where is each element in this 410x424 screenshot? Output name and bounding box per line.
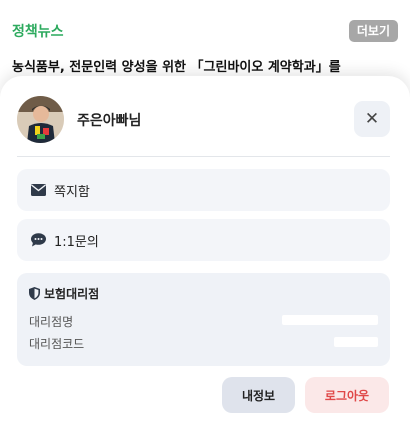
- section-title: 정책뉴스: [12, 24, 64, 40]
- agency-name-row: 대리점명: [29, 313, 378, 330]
- envelope-icon: [30, 182, 46, 198]
- chat-bubble-icon: [30, 232, 46, 248]
- agency-card: 보험대리점 대리점명 대리점코드: [17, 273, 390, 366]
- menu-item-inquiry[interactable]: 1:1문의: [17, 219, 390, 261]
- user-name: 주은아빠님: [77, 113, 142, 129]
- news-header: 정책뉴스 더보기: [12, 18, 398, 44]
- avatar: [17, 96, 64, 143]
- profile-row: 주은아빠님 ✕: [17, 96, 390, 144]
- profile-sheet: 주은아빠님 ✕ 쪽지함 1:1문의 보험대리점 대리점명 대리점코드 내정보 로…: [0, 76, 410, 424]
- agency-name-label: 대리점명: [29, 315, 74, 329]
- avatar-photo: [17, 96, 64, 143]
- agency-title: 보험대리점: [29, 285, 99, 302]
- close-button[interactable]: ✕: [354, 101, 390, 137]
- my-info-button[interactable]: 내정보: [222, 377, 295, 413]
- agency-name-value-redacted: [282, 315, 378, 325]
- menu-item-message-box[interactable]: 쪽지함: [17, 169, 390, 211]
- menu-label-inquiry: 1:1문의: [54, 234, 99, 250]
- logout-button[interactable]: 로그아웃: [305, 377, 389, 413]
- close-icon: ✕: [364, 109, 380, 129]
- agency-code-value-redacted: [334, 337, 378, 347]
- divider: [17, 156, 390, 157]
- more-button[interactable]: 더보기: [348, 20, 398, 42]
- agency-code-label: 대리점코드: [29, 337, 85, 351]
- news-headline[interactable]: 농식품부, 전문인력 양성을 위한 「그린바이오 계약학과」를: [12, 56, 410, 75]
- agency-title-label: 보험대리점: [44, 287, 100, 301]
- menu-label-message-box: 쪽지함: [54, 184, 90, 200]
- agency-code-row: 대리점코드: [29, 335, 378, 352]
- shield-icon: [29, 287, 40, 300]
